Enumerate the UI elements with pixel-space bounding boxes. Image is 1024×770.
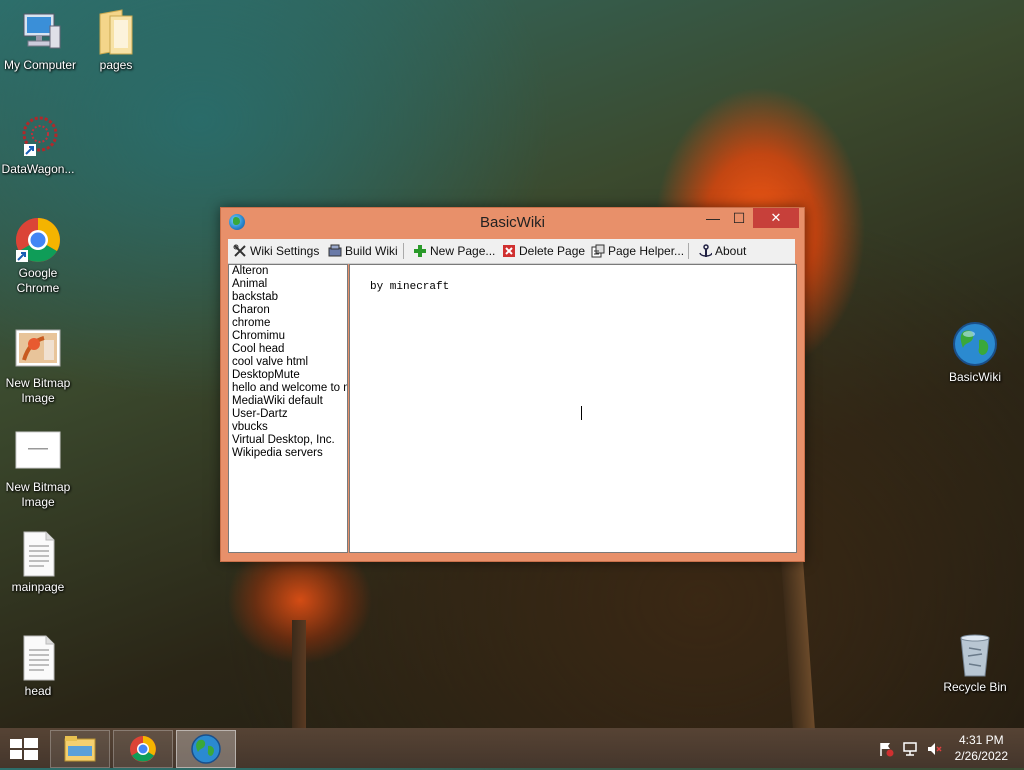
page-list-item[interactable]: Wikipedia servers bbox=[229, 447, 347, 460]
taskbar-basicwiki[interactable] bbox=[176, 730, 236, 768]
toolbar-separator bbox=[688, 243, 689, 259]
desktop-icon-basicwiki[interactable]: BasicWiki bbox=[937, 320, 1013, 385]
page-list-item[interactable]: Virtual Desktop, Inc. bbox=[229, 434, 347, 447]
build-wiki-label: Build Wiki bbox=[345, 244, 398, 258]
page-list-item[interactable]: Cool head bbox=[229, 343, 347, 356]
windows-logo-icon bbox=[10, 739, 22, 748]
delete-icon bbox=[502, 244, 516, 258]
windows-logo-icon bbox=[24, 738, 38, 748]
text-file-icon bbox=[14, 634, 62, 682]
wiki-settings-label: Wiki Settings bbox=[250, 244, 320, 258]
page-list-item[interactable]: hello and welcome to my bbox=[229, 382, 347, 395]
bitmap-image-icon bbox=[14, 326, 62, 374]
chrome-icon bbox=[130, 736, 156, 762]
folder-icon bbox=[92, 8, 140, 56]
build-wiki-button[interactable]: Build Wiki bbox=[328, 242, 398, 260]
recycle-bin-icon bbox=[951, 630, 999, 678]
desktop-icon-head[interactable]: head bbox=[0, 634, 76, 699]
volume-muted-icon[interactable] bbox=[926, 741, 942, 757]
page-list-item[interactable]: cool valve html bbox=[229, 356, 347, 369]
anchor-icon bbox=[698, 244, 713, 258]
new-page-button[interactable]: New Page... bbox=[413, 242, 495, 260]
globe-icon bbox=[951, 320, 999, 368]
tools-icon bbox=[233, 244, 247, 258]
desktop-icon-new-bitmap-1[interactable]: New Bitmap Image bbox=[0, 326, 76, 406]
page-list-item[interactable]: DesktopMute bbox=[229, 369, 347, 382]
title-bar[interactable]: BasicWiki — ☐ ✕ bbox=[221, 208, 804, 238]
about-label: About bbox=[715, 244, 747, 258]
taskbar: 4:31 PM 2/26/2022 bbox=[0, 728, 1024, 768]
page-list-item[interactable]: vbucks bbox=[229, 421, 347, 434]
delete-page-button[interactable]: Delete Page bbox=[502, 242, 585, 260]
action-center-flag-icon[interactable] bbox=[878, 741, 894, 757]
desktop-icon-pages[interactable]: pages bbox=[78, 8, 154, 73]
page-list-item[interactable]: backstab bbox=[229, 291, 347, 304]
page-list-item[interactable]: Animal bbox=[229, 278, 347, 291]
taskbar-chrome[interactable] bbox=[113, 730, 173, 768]
datawagon-shortcut-icon bbox=[14, 112, 62, 160]
editor-content: by minecraft bbox=[370, 281, 450, 293]
page-editor[interactable]: by minecraft bbox=[349, 264, 797, 553]
system-tray: 4:31 PM 2/26/2022 bbox=[864, 728, 1024, 768]
maximize-button[interactable]: ☐ bbox=[725, 208, 753, 228]
desktop-icon-my-computer[interactable]: My Computer bbox=[2, 8, 78, 73]
basicwiki-window: BasicWiki — ☐ ✕ Wiki Settings Build Wiki… bbox=[220, 207, 805, 562]
page-helper-icon bbox=[591, 244, 605, 258]
bitmap-image-icon bbox=[14, 430, 62, 478]
taskbar-file-explorer[interactable] bbox=[50, 730, 110, 768]
computer-icon bbox=[16, 8, 64, 56]
desktop-icon-datawagon[interactable]: DataWagon... bbox=[0, 112, 76, 177]
delete-page-label: Delete Page bbox=[519, 244, 586, 258]
chrome-icon bbox=[14, 216, 62, 264]
page-list-item[interactable]: Charon bbox=[229, 304, 347, 317]
windows-logo-icon bbox=[24, 750, 38, 760]
desktop-icon-new-bitmap-2[interactable]: New Bitmap Image bbox=[0, 430, 76, 510]
about-button[interactable]: About bbox=[698, 242, 746, 260]
text-cursor bbox=[581, 406, 582, 420]
toolbar: Wiki Settings Build Wiki New Page... Del… bbox=[228, 239, 795, 264]
network-icon[interactable] bbox=[902, 741, 918, 757]
close-button[interactable]: ✕ bbox=[753, 208, 799, 228]
page-helper-label: Page Helper... bbox=[608, 244, 685, 258]
page-list-item[interactable]: Alteron bbox=[229, 265, 347, 278]
clock-date: 2/26/2022 bbox=[954, 749, 1008, 763]
clock[interactable]: 4:31 PM 2/26/2022 bbox=[955, 732, 1008, 764]
start-button[interactable] bbox=[10, 738, 38, 760]
page-list[interactable]: Alteron Animal backstab Charon chrome Chromim… bbox=[228, 264, 348, 553]
windows-logo-icon bbox=[10, 750, 22, 759]
globe-icon bbox=[191, 734, 221, 764]
page-helper-button[interactable]: Page Helper... bbox=[591, 242, 684, 260]
page-list-item[interactable]: chrome bbox=[229, 317, 347, 330]
minimize-button[interactable]: — bbox=[699, 208, 727, 228]
page-list-item[interactable]: User-Dartz bbox=[229, 408, 347, 421]
wiki-settings-button[interactable]: Wiki Settings bbox=[233, 242, 319, 260]
clock-time: 4:31 PM bbox=[958, 733, 1004, 747]
build-icon bbox=[328, 244, 342, 258]
page-list-item[interactable]: Chromimu bbox=[229, 330, 347, 343]
toolbar-separator bbox=[403, 243, 404, 259]
new-page-label: New Page... bbox=[430, 244, 496, 258]
desktop-icon-recycle-bin[interactable]: Recycle Bin bbox=[937, 630, 1013, 695]
plus-icon bbox=[413, 244, 427, 258]
desktop-icon-mainpage[interactable]: mainpage bbox=[0, 530, 76, 595]
desktop-icon-google-chrome[interactable]: Google Chrome bbox=[0, 216, 76, 296]
text-file-icon bbox=[14, 530, 62, 578]
page-list-item[interactable]: MediaWiki default bbox=[229, 395, 347, 408]
file-explorer-icon bbox=[64, 736, 96, 762]
wallpaper-stem bbox=[292, 620, 306, 730]
